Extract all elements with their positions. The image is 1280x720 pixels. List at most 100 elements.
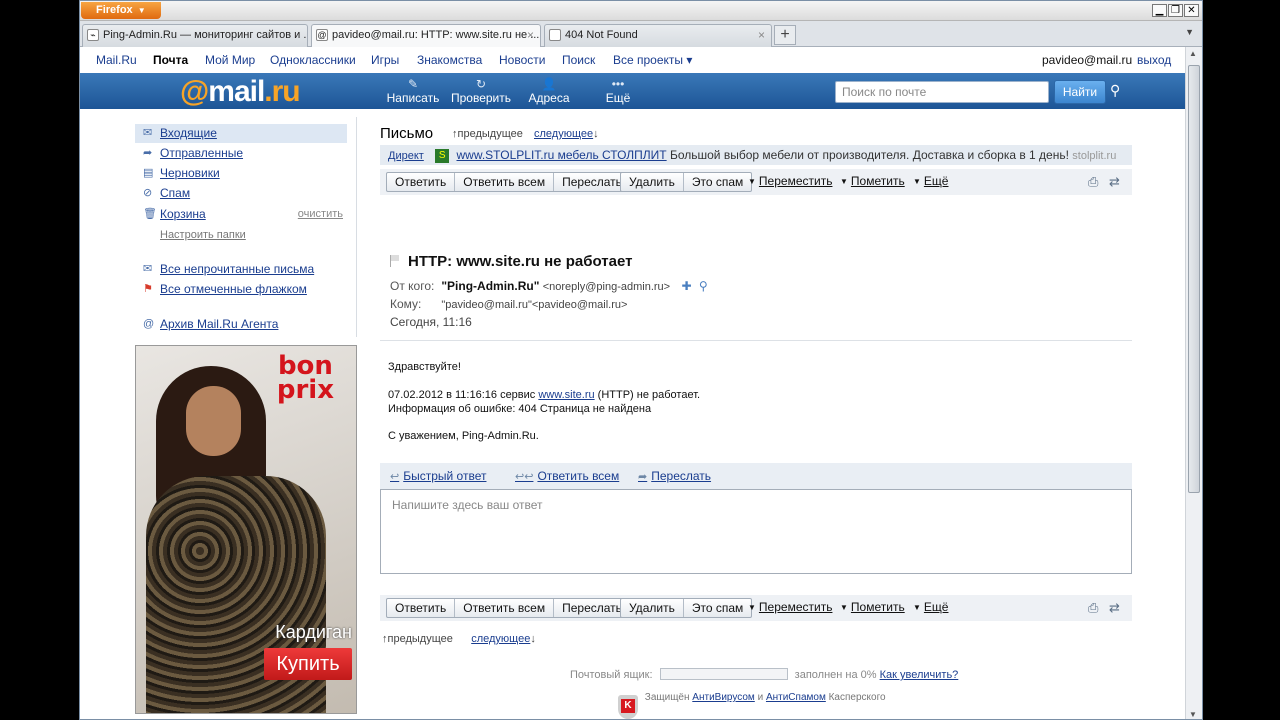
restore-button[interactable]: ❐ xyxy=(1168,4,1183,17)
search-sender-icon[interactable]: ⚲ xyxy=(699,279,708,293)
quick-reply-all-link[interactable]: ↩↩ Ответить всем xyxy=(515,469,619,483)
tab-mail[interactable]: @ pavideo@mail.ru: HTTP: www.site.ru не … xyxy=(311,24,541,48)
body-signature: С уважением, Ping-Admin.Ru. xyxy=(388,430,539,442)
nav-odnoklassniki[interactable]: Одноклассники xyxy=(270,53,356,67)
mark-menu[interactable]: ▼ Пометить xyxy=(840,600,905,614)
tab-ping-admin[interactable]: ⌁ Ping-Admin.Ru — мониторинг сайтов и ..… xyxy=(82,24,308,47)
translate-icon[interactable]: ⇄ xyxy=(1109,600,1120,616)
dots-icon: ••• xyxy=(611,77,625,91)
letter-toolbar-top: Ответить Ответить всем Переслать Удалить… xyxy=(380,169,1132,195)
flag-icon[interactable] xyxy=(390,255,400,267)
filter-flagged[interactable]: ⚑ Все отмеченные флажком xyxy=(135,280,347,299)
reply-all-arrow-icon: ↩↩ xyxy=(515,471,534,483)
nav-moy-mir[interactable]: Мой Мир xyxy=(205,53,255,67)
move-menu[interactable]: ▼ Переместить xyxy=(748,174,832,188)
reply-button[interactable]: Ответить xyxy=(387,599,456,617)
translate-icon[interactable]: ⇄ xyxy=(1109,174,1120,190)
folder-spam[interactable]: ⊘ Спам xyxy=(135,184,347,203)
reply-all-button[interactable]: Ответить всем xyxy=(455,599,555,617)
tab-title: 404 Not Found xyxy=(565,29,638,41)
folder-drafts[interactable]: ▤ Черновики xyxy=(135,164,347,183)
ad-banner[interactable]: bon prix Кардиган Купить xyxy=(135,345,357,714)
quick-reply-textarea[interactable]: Напишите здесь ваш ответ xyxy=(380,489,1132,574)
direct-label[interactable]: Директ xyxy=(388,150,424,162)
contacts-button[interactable]: 👤 Адреса xyxy=(526,77,572,105)
check-mail-button[interactable]: ↻ Проверить xyxy=(450,77,512,105)
nav-novosti[interactable]: Новости xyxy=(499,53,545,67)
tab-list-icon[interactable]: ▼ xyxy=(1185,27,1194,37)
next-letter[interactable]: следующее↓ xyxy=(534,128,599,140)
search-button[interactable]: Найти xyxy=(1054,80,1106,104)
advanced-search-icon[interactable]: ⚲ xyxy=(1110,82,1120,99)
ad-buy-button[interactable]: Купить xyxy=(264,648,352,680)
nav-pochta[interactable]: Почта xyxy=(153,53,188,67)
site-link[interactable]: www.site.ru xyxy=(538,389,594,401)
new-tab-button[interactable]: + xyxy=(774,25,796,45)
nav-igry[interactable]: Игры xyxy=(371,53,399,67)
tab-404[interactable]: 404 Not Found × xyxy=(544,24,772,47)
filter-unread[interactable]: ✉ Все непрочитанные письма xyxy=(135,260,347,279)
firefox-menu-button[interactable]: Firefox ▼ xyxy=(81,2,161,19)
clean-trash-link[interactable]: очистить xyxy=(298,205,343,224)
print-icon[interactable]: ⎙ xyxy=(1088,174,1098,190)
move-menu[interactable]: ▼ Переместить xyxy=(748,600,832,614)
prev-letter[interactable]: ↑предыдущее xyxy=(382,633,453,645)
spam-button[interactable]: Это спам xyxy=(684,173,751,191)
increase-quota-link[interactable]: Как увеличить? xyxy=(880,669,959,681)
print-icon[interactable]: ⎙ xyxy=(1088,600,1098,616)
reply-button[interactable]: Ответить xyxy=(387,173,456,191)
agent-archive-link[interactable]: @ Архив Mail.Ru Агента xyxy=(135,315,347,334)
draft-icon: ▤ xyxy=(143,167,154,179)
logout-link[interactable]: выход xyxy=(1137,53,1171,67)
more-menu[interactable]: ▼ Ещё xyxy=(913,600,948,614)
spam-button[interactable]: Это спам xyxy=(684,599,751,617)
flag-icon: ⚑ xyxy=(143,283,153,295)
quota-bar xyxy=(659,668,788,680)
close-tab-icon[interactable]: × xyxy=(527,25,534,46)
forward-arrow-icon: ➦ xyxy=(638,471,648,483)
nav-mailru[interactable]: Mail.Ru xyxy=(96,53,137,67)
reply-all-button[interactable]: Ответить всем xyxy=(455,173,555,191)
antispam-link[interactable]: АнтиСпамом xyxy=(766,692,826,703)
forward-button[interactable]: Переслать xyxy=(554,599,630,617)
delete-button[interactable]: Удалить xyxy=(621,599,684,617)
quick-forward-link[interactable]: ➦ Переслать xyxy=(638,469,711,483)
mark-menu[interactable]: ▼ Пометить xyxy=(840,174,905,188)
nav-poisk[interactable]: Поиск xyxy=(562,53,595,67)
compose-button[interactable]: ✎ Написать xyxy=(386,77,440,105)
folder-sent[interactable]: ➦ Отправленные xyxy=(135,144,347,163)
folder-trash[interactable]: 🗑 Корзина очистить xyxy=(135,205,347,224)
antivirus-link[interactable]: АнтиВирусом xyxy=(692,692,755,703)
mailru-logo[interactable]: @mail.ru xyxy=(180,75,301,109)
nav-all-projects[interactable]: Все проекты ▾ xyxy=(613,53,692,67)
folder-inbox[interactable]: ✉ Входящие xyxy=(135,124,347,143)
more-button[interactable]: ••• Ещё xyxy=(600,77,636,105)
page-scrollbar[interactable]: ▲ ▼ xyxy=(1185,47,1202,719)
reply-group: Ответить Ответить всем Переслать xyxy=(386,172,631,192)
mail-search-input[interactable]: Поиск по почте xyxy=(835,81,1049,103)
letter-heading: Письмо xyxy=(380,125,434,142)
quick-reply-link[interactable]: ↩ Быстрый ответ xyxy=(390,469,486,483)
blank-page-icon xyxy=(549,29,561,41)
reply-arrow-icon: ↩ xyxy=(390,471,400,483)
direct-ad-link[interactable]: www.STOLPLIT.ru мебель СТОЛПЛИТ xyxy=(457,148,667,162)
forward-button[interactable]: Переслать xyxy=(554,173,630,191)
next-letter[interactable]: следующее xyxy=(471,633,530,645)
minimize-button[interactable]: ▁ xyxy=(1152,4,1167,17)
direct-ad-text: Большой выбор мебели от производителя. Д… xyxy=(669,148,1069,162)
close-tab-icon[interactable]: × xyxy=(758,25,765,46)
scroll-up-icon[interactable]: ▲ xyxy=(1189,49,1197,58)
sent-arrow-icon: ➦ xyxy=(143,147,153,159)
trash-icon: 🗑 xyxy=(143,208,157,220)
add-contact-icon[interactable]: ✚ xyxy=(681,279,691,293)
delete-button[interactable]: Удалить xyxy=(621,173,684,191)
configure-folders-link[interactable]: Настроить папки xyxy=(160,229,246,241)
prev-letter[interactable]: ↑предыдущее xyxy=(452,128,523,140)
close-window-button[interactable]: ✕ xyxy=(1184,4,1199,17)
header-divider xyxy=(380,340,1132,341)
nav-znakomstva[interactable]: Знакомства xyxy=(417,53,482,67)
sender-name[interactable]: "Ping-Admin.Ru" xyxy=(441,279,539,293)
more-menu[interactable]: ▼ Ещё xyxy=(913,174,948,188)
scroll-down-icon[interactable]: ▼ xyxy=(1189,710,1197,719)
scrollbar-thumb[interactable] xyxy=(1188,65,1200,493)
